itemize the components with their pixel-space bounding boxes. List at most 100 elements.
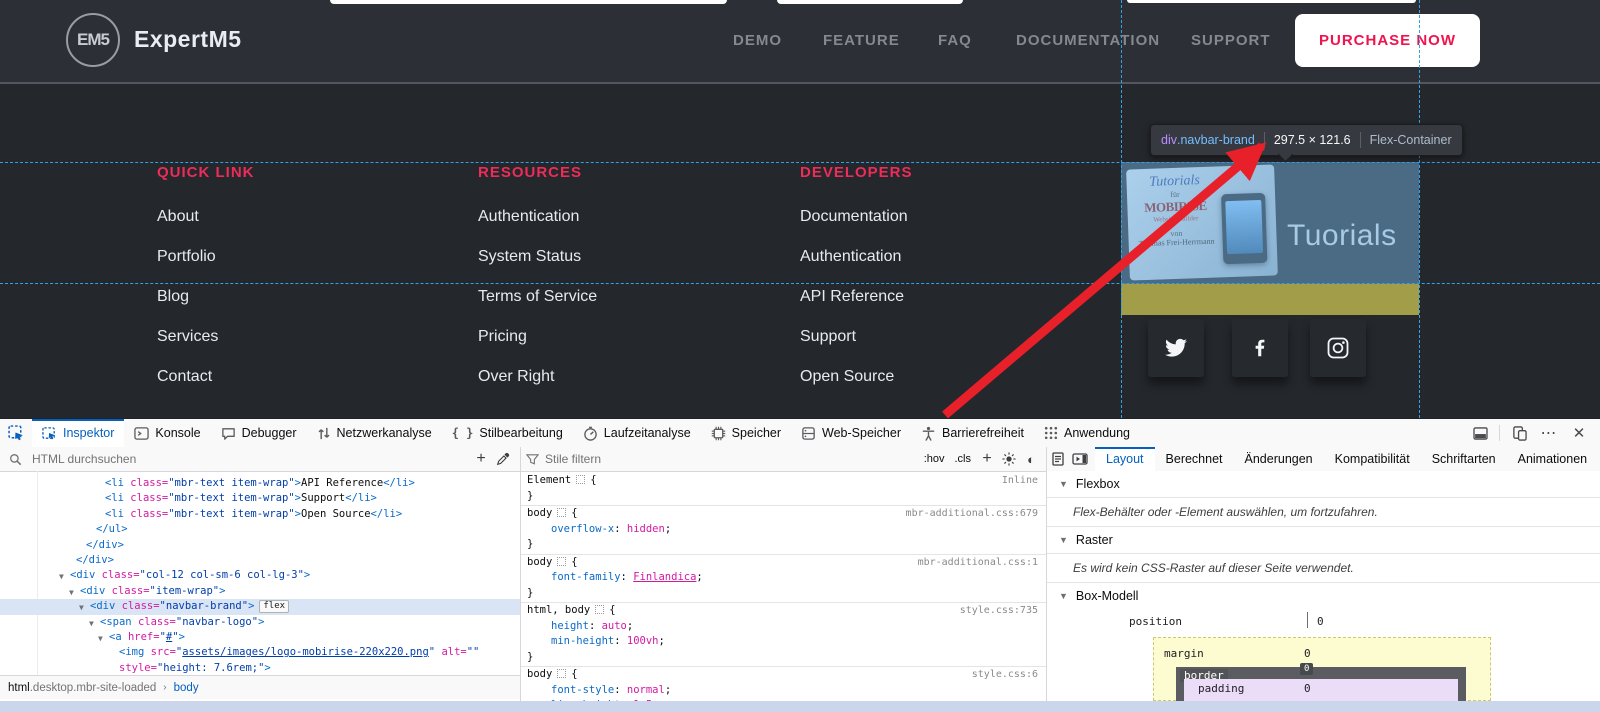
devtools-tab-speicher[interactable]: Speicher <box>701 419 791 447</box>
footer-link[interactable]: Documentation <box>800 207 1100 247</box>
dock-side-button[interactable] <box>1467 421 1493 445</box>
footer-link[interactable]: Over Right <box>478 367 778 407</box>
devtools-tab-netzwerkanalyse[interactable]: Netzwerkanalyse <box>307 419 442 447</box>
devtools-tab-konsole[interactable]: Konsole <box>124 419 210 447</box>
markup-tree-line[interactable]: <img src="assets/images/logo-mobirise-22… <box>0 645 520 660</box>
devtools-tab-debugger[interactable]: Debugger <box>211 419 307 447</box>
markup-tree-line[interactable]: </div> <box>0 538 520 553</box>
rule-source-link[interactable]: style.css:6 <box>972 667 1038 683</box>
grid-section-header[interactable]: ▼Raster <box>1047 527 1600 554</box>
footer-link[interactable]: Authentication <box>800 247 1100 287</box>
markup-tree-line[interactable]: ▼<div class="col-12 col-sm-6 col-lg-3"> <box>0 568 520 583</box>
footer-link[interactable]: Portfolio <box>157 247 457 287</box>
rule-source-link[interactable]: mbr-additional.css:1 <box>918 555 1038 571</box>
markup-tree-line[interactable]: style="height: 7.6rem;"> <box>0 661 520 676</box>
eyedropper-icon[interactable] <box>492 452 514 466</box>
breadcrumb-body[interactable]: body <box>174 682 199 694</box>
purchase-now-button[interactable]: PURCHASE NOW <box>1295 14 1480 67</box>
sidebar-tab-kompatibilität[interactable]: Kompatibilität <box>1324 447 1421 471</box>
html-search-input[interactable]: HTML durchsuchen <box>32 452 470 466</box>
footer-link[interactable]: Open Source <box>800 367 1100 407</box>
expand-arrow-icon[interactable]: ▼ <box>69 585 74 600</box>
boxmodel-position-top[interactable]: 0 <box>1317 615 1324 628</box>
footer-link[interactable]: Contact <box>157 367 457 407</box>
rule-declaration[interactable]: height: auto; <box>521 619 1046 635</box>
flexbox-section-header[interactable]: ▼Flexbox <box>1047 471 1600 498</box>
expand-arrow-icon[interactable]: ▼ <box>79 600 84 615</box>
devtools-tab-web-speicher[interactable]: Web-Speicher <box>791 419 911 447</box>
boxmodel-section-header[interactable]: ▼Box-Modell <box>1047 583 1600 609</box>
responsive-mode-button[interactable] <box>1506 421 1532 445</box>
markup-tree-line[interactable]: </ul> <box>0 522 520 537</box>
rule-declaration[interactable]: font-style: normal; <box>521 683 1046 699</box>
nav-link-faq[interactable]: FAQ <box>938 32 972 49</box>
style-filter-input[interactable]: Stile filtern <box>545 452 919 466</box>
markup-tree-line[interactable]: ▼<div class="navbar-brand">flex <box>0 599 520 614</box>
rule-source-link[interactable]: Inline <box>1002 473 1038 489</box>
expand-arrow-icon[interactable]: ▼ <box>98 631 103 646</box>
meatball-menu-button[interactable]: ⋯ <box>1536 421 1562 445</box>
highlight-toggle-icon[interactable] <box>557 557 566 566</box>
footer-link[interactable]: Services <box>157 327 457 367</box>
rule-source-link[interactable]: style.css:735 <box>960 603 1038 619</box>
devtools-tab-stilbearbeitung[interactable]: { }Stilbearbeitung <box>442 419 573 447</box>
sidebar-tab-berechnet[interactable]: Berechnet <box>1155 447 1234 471</box>
markup-tree-line[interactable]: <li class="mbr-text item-wrap">API Refer… <box>0 476 520 491</box>
devtools-tab-anwendung[interactable]: Anwendung <box>1034 419 1140 447</box>
nav-link-support[interactable]: SUPPORT <box>1191 32 1271 49</box>
rule-source-link[interactable]: mbr-additional.css:679 <box>906 506 1038 522</box>
twitter-icon[interactable] <box>1148 319 1204 377</box>
devtools-tab-laufzeitanalyse[interactable]: Laufzeitanalyse <box>573 419 701 447</box>
element-picker-button[interactable] <box>0 419 32 447</box>
footer-link[interactable]: About <box>157 207 457 247</box>
footer-link[interactable]: Pricing <box>478 327 778 367</box>
nav-link-feature[interactable]: FEATURE <box>823 32 900 49</box>
sidebar-tab-schriftarten[interactable]: Schriftarten <box>1421 447 1507 471</box>
flex-badge[interactable]: flex <box>259 600 289 613</box>
light-theme-icon[interactable] <box>998 452 1020 466</box>
sidebar-tab-animationen[interactable]: Animationen <box>1507 447 1599 471</box>
rule-declaration[interactable]: min-height: 100vh; <box>521 634 1046 650</box>
footer-link[interactable]: API Reference <box>800 287 1100 327</box>
breadcrumb-html[interactable]: html.desktop.mbr-site-loaded <box>8 682 156 694</box>
print-simulation-icon[interactable]: ◐ <box>1020 452 1042 467</box>
footer-link[interactable]: Authentication <box>478 207 778 247</box>
footer-link[interactable]: Support <box>800 327 1100 367</box>
expand-arrow-icon[interactable]: ▼ <box>59 569 64 584</box>
footer-link[interactable]: Terms of Service <box>478 287 778 327</box>
highlight-toggle-icon[interactable] <box>595 605 604 614</box>
facebook-icon[interactable] <box>1232 319 1288 377</box>
highlight-toggle-icon[interactable] <box>557 669 566 678</box>
devtools-tab-barrierefreiheit[interactable]: Barrierefreiheit <box>911 419 1034 447</box>
class-toggle-button[interactable]: .cls <box>950 453 977 465</box>
expand-arrow-icon[interactable]: ▼ <box>89 616 94 631</box>
markup-tree-line[interactable]: <li class="mbr-text item-wrap">Open Sour… <box>0 507 520 522</box>
site-logo[interactable]: EM5 <box>66 13 120 67</box>
sidebar-tab-layout[interactable]: Layout <box>1095 447 1155 471</box>
markup-tree-line[interactable]: ▼<span class="navbar-logo"> <box>0 615 520 630</box>
nav-link-demo[interactable]: DEMO <box>733 32 782 49</box>
footer-link[interactable]: System Status <box>478 247 778 287</box>
boxmodel-padding-top[interactable]: 0 <box>1304 682 1311 695</box>
add-rule-button[interactable]: + <box>976 450 998 468</box>
markup-tree-line[interactable]: ▼<div class="item-wrap"> <box>0 584 520 599</box>
markup-tree-line[interactable]: <li class="mbr-text item-wrap">Support</… <box>0 491 520 506</box>
site-brand-title[interactable]: ExpertM5 <box>134 26 242 53</box>
markup-tree-line[interactable]: ▼<a href="#"> <box>0 630 520 645</box>
boxmodel-border-top[interactable]: 0 <box>1300 663 1313 675</box>
devtools-tab-inspektor[interactable]: Inspektor <box>32 419 124 447</box>
close-devtools-button[interactable]: ✕ <box>1566 421 1592 445</box>
pane-doc-icon[interactable] <box>1047 452 1069 466</box>
instagram-icon[interactable] <box>1310 319 1366 377</box>
pseudo-class-button[interactable]: :hov <box>919 453 950 465</box>
highlight-toggle-icon[interactable] <box>576 475 585 484</box>
markup-tree-line[interactable]: </div> <box>0 553 520 568</box>
rule-declaration[interactable]: font-family: Finlandica; <box>521 570 1046 586</box>
highlight-toggle-icon[interactable] <box>557 508 566 517</box>
rule-declaration[interactable]: overflow-x: hidden; <box>521 522 1046 538</box>
nav-link-documentation[interactable]: DOCUMENTATION <box>1016 32 1160 49</box>
boxmodel-margin-top[interactable]: 0 <box>1304 647 1311 660</box>
add-node-button[interactable]: + <box>470 450 492 468</box>
sidebar-tab-änderungen[interactable]: Änderungen <box>1234 447 1324 471</box>
footer-link[interactable]: Blog <box>157 287 457 327</box>
